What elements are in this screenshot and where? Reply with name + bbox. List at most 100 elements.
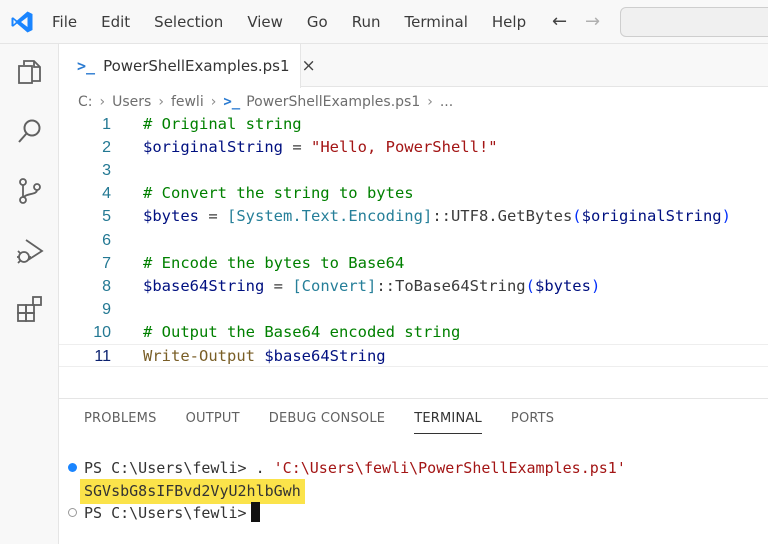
editor-tab-strip: >_ PowerShellExamples.ps1 × bbox=[59, 44, 768, 88]
code-text: $originalString = "Hello, PowerShell!" bbox=[143, 136, 498, 159]
line-number: 6 bbox=[102, 231, 111, 249]
code-token: "Hello, PowerShell!" bbox=[310, 138, 498, 157]
explorer-icon[interactable] bbox=[15, 57, 45, 87]
menu-run[interactable]: Run bbox=[352, 13, 381, 31]
menu-go[interactable]: Go bbox=[307, 13, 328, 31]
line-number: 9 bbox=[102, 300, 111, 318]
arrow-right-icon[interactable]: → bbox=[585, 11, 600, 32]
code-line[interactable]: 7 # Encode the bytes to Base64 bbox=[59, 252, 768, 275]
code-token: [Convert] bbox=[292, 276, 377, 295]
breadcrumb-drive[interactable]: C: bbox=[78, 94, 93, 110]
code-text: # Encode the bytes to Base64 bbox=[143, 252, 404, 275]
menu-file[interactable]: File bbox=[52, 13, 77, 31]
code-token: ) bbox=[590, 276, 601, 295]
line-number: 4 bbox=[102, 185, 111, 203]
code-text: $bytes = [System.Text.Encoding]::UTF8.Ge… bbox=[143, 205, 731, 228]
line-number: 2 bbox=[102, 139, 111, 157]
code-token: ( bbox=[525, 276, 535, 295]
breadcrumb: C: › Users › fewli › >_ PowerShellExampl… bbox=[78, 92, 453, 112]
code-line[interactable]: 1 # Original string bbox=[59, 113, 768, 136]
tab-label: PowerShellExamples.ps1 bbox=[103, 57, 290, 75]
code-token: $originalString bbox=[581, 207, 722, 226]
code-token: $originalString bbox=[143, 138, 283, 157]
code-text: $base64String = [Convert]::ToBase64Strin… bbox=[143, 275, 600, 298]
tab-terminal[interactable]: TERMINAL bbox=[414, 411, 482, 434]
code-editor[interactable]: 1 # Original string 2 $originalString = "He… bbox=[59, 113, 768, 383]
breadcrumb-fewli[interactable]: fewli bbox=[171, 94, 204, 110]
search-icon[interactable] bbox=[15, 116, 45, 146]
arrow-left-icon[interactable]: ← bbox=[552, 11, 567, 32]
line-number: 8 bbox=[102, 277, 111, 295]
code-line[interactable]: 6 bbox=[59, 229, 768, 252]
line-number: 1 bbox=[102, 116, 111, 133]
line-number: 7 bbox=[102, 254, 111, 272]
code-token: $base64String bbox=[143, 276, 265, 295]
code-line[interactable]: 2 $originalString = "Hello, PowerShell!" bbox=[59, 136, 768, 159]
close-icon[interactable]: × bbox=[302, 56, 316, 76]
command-success-dot-icon[interactable] bbox=[68, 463, 77, 472]
menu-edit[interactable]: Edit bbox=[101, 13, 130, 31]
code-token: = bbox=[264, 276, 293, 295]
tab-output[interactable]: OUTPUT bbox=[186, 411, 240, 434]
menu-terminal[interactable]: Terminal bbox=[405, 13, 468, 31]
menu-view[interactable]: View bbox=[247, 13, 283, 31]
title-bar: File Edit Selection View Go Run Terminal… bbox=[0, 0, 768, 44]
code-text: Write-Output $base64String bbox=[143, 345, 386, 368]
panel-tabs: PROBLEMS OUTPUT DEBUG CONSOLE TERMINAL P… bbox=[84, 411, 583, 434]
line-number: 10 bbox=[93, 323, 111, 341]
code-token: ::ToBase64String bbox=[376, 276, 526, 295]
activity-bar bbox=[0, 44, 59, 544]
line-number: 11 bbox=[94, 348, 111, 365]
breadcrumb-more[interactable]: ... bbox=[440, 94, 453, 110]
bottom-panel: PROBLEMS OUTPUT DEBUG CONSOLE TERMINAL P… bbox=[59, 398, 768, 544]
menu-selection[interactable]: Selection bbox=[154, 13, 223, 31]
command-pending-dot-icon[interactable] bbox=[68, 508, 77, 517]
chevron-right-icon: › bbox=[427, 94, 433, 110]
breadcrumb-file[interactable]: PowerShellExamples.ps1 bbox=[246, 94, 420, 110]
code-token: $bytes bbox=[143, 207, 199, 226]
code-line[interactable]: 5 $bytes = [System.Text.Encoding]::UTF8.G… bbox=[59, 205, 768, 228]
code-line[interactable]: 4 # Convert the string to bytes bbox=[59, 182, 768, 205]
code-token: # Convert the string to bytes bbox=[143, 184, 414, 203]
menu-bar: File Edit Selection View Go Run Terminal… bbox=[52, 0, 550, 44]
code-token: [System.Text.Encoding] bbox=[227, 207, 433, 226]
code-token: ( bbox=[572, 207, 582, 226]
code-token: ::UTF8.GetBytes bbox=[432, 207, 573, 226]
code-text: # Original string bbox=[143, 113, 302, 136]
terminal-prompt: PS C:\Users\fewli> . bbox=[84, 459, 274, 477]
terminal-output-base64: SGVsbG8sIFBvd2VyU2hlbGwh bbox=[80, 479, 305, 504]
code-token: = bbox=[199, 207, 227, 226]
code-line[interactable]: 9 bbox=[59, 298, 768, 321]
powershell-file-icon: >_ bbox=[223, 94, 241, 110]
tab-problems[interactable]: PROBLEMS bbox=[84, 411, 157, 434]
code-token: = bbox=[282, 138, 311, 157]
terminal-prompt: PS C:\Users\fewli> bbox=[84, 504, 247, 522]
code-line[interactable]: 8 $base64String = [Convert]::ToBase64Stri… bbox=[59, 275, 768, 298]
terminal-line-command: PS C:\Users\fewli> . 'C:\Users\fewli\Pow… bbox=[84, 457, 626, 479]
code-line[interactable]: 11 Write-Output $base64String bbox=[59, 344, 768, 367]
breadcrumb-users[interactable]: Users bbox=[112, 94, 151, 110]
chevron-right-icon: › bbox=[99, 94, 106, 110]
extensions-icon[interactable] bbox=[15, 294, 45, 324]
vscode-logo-icon[interactable] bbox=[10, 10, 34, 34]
line-number: 3 bbox=[102, 162, 111, 180]
menu-help[interactable]: Help bbox=[492, 13, 526, 31]
code-token: # Output the Base64 encoded string bbox=[143, 322, 461, 341]
code-token: # Encode the bytes to Base64 bbox=[143, 253, 405, 272]
code-text: # Output the Base64 encoded string bbox=[143, 321, 460, 344]
powershell-file-icon: >_ bbox=[77, 57, 96, 75]
code-token: $base64String bbox=[264, 347, 386, 365]
source-control-icon[interactable] bbox=[15, 176, 45, 206]
terminal-cursor bbox=[250, 502, 260, 522]
chevron-right-icon: › bbox=[210, 94, 217, 110]
tab-debug-console[interactable]: DEBUG CONSOLE bbox=[269, 411, 385, 434]
code-line[interactable]: 3 bbox=[59, 159, 768, 182]
tab-ports[interactable]: PORTS bbox=[511, 411, 554, 434]
tab-powershellexamples[interactable]: >_ PowerShellExamples.ps1 × bbox=[59, 44, 316, 88]
command-center-search[interactable] bbox=[620, 7, 768, 37]
run-debug-icon[interactable] bbox=[15, 236, 45, 266]
code-line[interactable]: 10 # Output the Base64 encoded string bbox=[59, 321, 768, 344]
code-token: Write-Output bbox=[143, 347, 255, 365]
terminal-script-path: 'C:\Users\fewli\PowerShellExamples.ps1' bbox=[273, 459, 626, 477]
